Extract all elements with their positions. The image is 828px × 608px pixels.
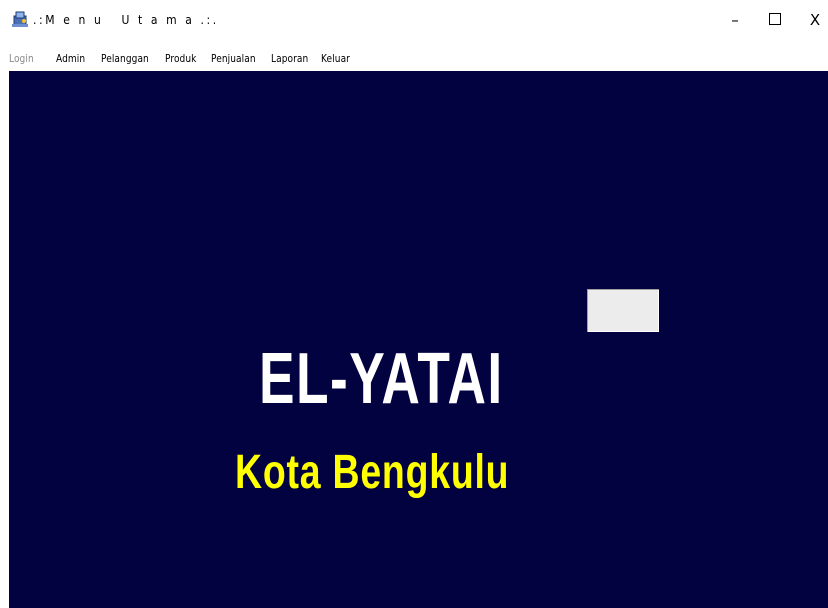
menu-item-laporan[interactable]: Laporan bbox=[271, 52, 308, 65]
blank-button[interactable] bbox=[587, 289, 659, 332]
close-button[interactable]: X bbox=[800, 8, 828, 32]
menu-item-produk[interactable]: Produk bbox=[165, 52, 196, 65]
app-subheadline: Kota Bengkulu bbox=[235, 446, 510, 499]
app-icon bbox=[11, 10, 29, 28]
menu-item-keluar[interactable]: Keluar bbox=[321, 52, 350, 65]
menu-item-penjualan[interactable]: Penjualan bbox=[211, 52, 256, 65]
menu-item-login[interactable]: Login bbox=[9, 52, 34, 65]
menu-item-pelanggan[interactable]: Pelanggan bbox=[101, 52, 149, 65]
minimize-button[interactable]: – bbox=[720, 8, 750, 32]
app-headline: EL-YATAI bbox=[259, 339, 504, 419]
maximize-icon bbox=[769, 13, 781, 25]
main-content-panel: EL-YATAI Kota Bengkulu bbox=[9, 71, 828, 608]
maximize-button[interactable] bbox=[760, 8, 790, 32]
window-title: .:M e n u U t a m a .:. bbox=[33, 13, 219, 27]
main-window: .:M e n u U t a m a .:. – X Login Admin … bbox=[0, 0, 828, 608]
menu-item-admin[interactable]: Admin bbox=[56, 52, 85, 65]
menu-bar: Login Admin Pelanggan Produk Penjualan L… bbox=[0, 46, 828, 70]
title-bar[interactable]: .:M e n u U t a m a .:. – X bbox=[0, 0, 828, 42]
